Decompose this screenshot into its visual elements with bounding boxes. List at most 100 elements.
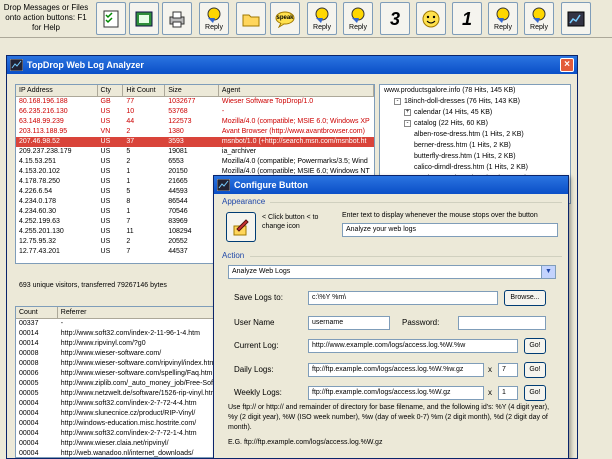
column-header[interactable]: Agent: [219, 85, 374, 96]
current-log-input[interactable]: http://www.example.com/logs/access.log.%…: [308, 339, 518, 353]
table-cell: 00008: [19, 350, 39, 357]
tree-node[interactable]: + calendar (14 Hits, 45 KB): [380, 107, 570, 118]
table-row[interactable]: 209.237.238.179 US 5 19081 ia_archiver: [16, 147, 374, 157]
table-cell: 86544: [168, 198, 188, 205]
icon-picker-button[interactable]: [226, 212, 256, 242]
tree-node[interactable]: butterfly-dress.htm (1 Hits, 2 KB): [380, 151, 570, 162]
toolbar-button-spreadsheet[interactable]: [129, 2, 159, 35]
table-cell: 00006: [19, 370, 39, 377]
toolbar-button-three[interactable]: 3: [380, 2, 410, 35]
tree-node[interactable]: - catalog (22 Hits, 60 KB): [380, 118, 570, 129]
column-header[interactable]: Size: [165, 85, 219, 96]
expand-icon[interactable]: +: [404, 108, 411, 116]
analyzer-title-bar[interactable]: TopDrop Web Log Analyzer ×: [7, 56, 577, 74]
toolbar-button-folder[interactable]: [236, 2, 266, 35]
action-dropdown[interactable]: Analyze Web Logs ▼: [228, 265, 556, 279]
table-cell: 4.178.78.250: [19, 178, 60, 185]
table-cell: US: [100, 238, 111, 245]
toolbar-button-one[interactable]: 1: [452, 2, 482, 35]
table-row[interactable]: 203.113.188.95 VN 2 1380 Avant Browser (http…: [16, 127, 374, 137]
current-log-go-button[interactable]: Go!: [524, 338, 546, 354]
table-row[interactable]: 4.15.53.251 US 2 6553 Mozilla/4.0 (compatibl…: [16, 157, 374, 167]
username-input[interactable]: username: [308, 316, 390, 330]
weekly-logs-go-button[interactable]: Go!: [524, 385, 546, 401]
close-icon: ×: [564, 59, 570, 70]
tree-node-label: 18inch-doll-dresses (76 Hits, 143 KB): [404, 98, 520, 105]
weekly-times-label: x: [488, 388, 492, 397]
table-cell: US: [100, 198, 111, 205]
collapse-icon[interactable]: -: [404, 119, 411, 127]
column-header[interactable]: Hit Count: [123, 85, 166, 96]
tooltip-input[interactable]: Analyze your web logs: [342, 223, 558, 237]
tree-node[interactable]: -18inch-doll-dresses (76 Hits, 143 KB): [380, 96, 570, 107]
table-row[interactable]: 207.46.98.52 US 37 3593 msnbot/1.0 (+http://…: [16, 137, 374, 147]
weekly-count-input[interactable]: 1: [498, 386, 518, 400]
toolbar-button-reply-3[interactable]: Reply: [343, 2, 373, 35]
config-title-bar[interactable]: Configure Button: [214, 176, 568, 194]
table-cell: 4.234.0.178: [19, 198, 56, 205]
log-analyzer-icon: [567, 11, 585, 26]
daily-logs-go-button[interactable]: Go!: [524, 362, 546, 378]
table-row[interactable]: 66.235.216.130 US 10 53768 -: [16, 107, 374, 117]
save-logs-input[interactable]: c:\%Y %m\: [308, 291, 498, 305]
column-header[interactable]: Cty: [98, 85, 124, 96]
table-cell: 19081: [168, 148, 188, 155]
checklist-icon: [103, 10, 119, 27]
analyzer-close-button[interactable]: ×: [560, 58, 574, 72]
table-cell: US: [100, 168, 111, 175]
reply-icon: [315, 7, 329, 23]
tree-node-label: butterfly-dress.htm (1 Hits, 2 KB): [414, 153, 516, 160]
table-cell: Mozilla/4.0 (compatible; Powermarks/3.5;…: [221, 158, 368, 165]
tree-node-label: calendar (14 Hits, 45 KB): [414, 109, 493, 116]
weekly-logs-input[interactable]: ftp://ftp.example.com/logs/access.log.%W…: [308, 386, 484, 400]
column-header[interactable]: Count: [16, 307, 58, 318]
table-cell: 00004: [19, 440, 39, 447]
current-log-label: Current Log:: [234, 341, 279, 350]
toolbar-button-smiley[interactable]: [416, 2, 446, 35]
column-header[interactable]: IP Address: [16, 85, 98, 96]
table-cell: 209.237.238.179: [19, 148, 72, 155]
daily-logs-input[interactable]: ftp://ftp.example.com/logs/access.log.%W…: [308, 363, 484, 377]
table-cell: 4.15.53.251: [19, 158, 56, 165]
table-row[interactable]: 63.148.99.239 US 44 122573 Mozilla/4.0 (comp…: [16, 117, 374, 127]
browse-button[interactable]: Browse...: [504, 290, 546, 306]
table-cell: 44593: [168, 188, 188, 195]
table-cell: -: [221, 108, 225, 115]
tree-node[interactable]: www.productsgalore.info (78 Hits, 145 KB…: [380, 85, 570, 96]
tree-node-label: www.productsgalore.info (78 Hits, 145 KB…: [384, 87, 516, 94]
table-cell: 44537: [168, 248, 188, 255]
toolbar-button-reply-5[interactable]: Reply: [524, 2, 554, 35]
table-cell: US: [100, 148, 111, 155]
chevron-down-icon[interactable]: ▼: [541, 266, 555, 278]
table-cell: US: [100, 208, 111, 215]
table-cell: 21665: [168, 178, 188, 185]
password-label: Password:: [402, 318, 440, 327]
smiley-icon: [422, 10, 440, 27]
table-cell: 5: [126, 148, 131, 155]
tree-node-label: calico-dirndl-dress.htm (1 Hits, 2 KB): [414, 164, 528, 171]
table-cell: msnbot/1.0 (+http://search.msn.com/msnbo…: [221, 138, 367, 145]
toolbar-button-checklist[interactable]: [96, 2, 126, 35]
toolbar-button-reply-1[interactable]: Reply: [199, 2, 229, 35]
daily-count-input[interactable]: 7: [498, 363, 518, 377]
table-cell: 122573: [168, 118, 192, 125]
password-input[interactable]: [458, 316, 546, 330]
table-cell: 1380: [168, 128, 184, 135]
toolbar-button-reply-2[interactable]: Reply: [307, 2, 337, 35]
table-cell: 10: [126, 108, 135, 115]
reply-icon: [351, 7, 365, 23]
table-cell: 00004: [19, 400, 39, 407]
toolbar-button-printer[interactable]: [162, 2, 192, 35]
toolbar-button-reply-4[interactable]: Reply: [488, 2, 518, 35]
table-row[interactable]: 80.168.196.188 GB 77 1032677 Wieser Software…: [16, 97, 374, 107]
table-cell: 00005: [19, 390, 39, 397]
table-cell: 1032677: [168, 98, 196, 105]
tree-node[interactable]: berner-dress.htm (1 Hits, 2 KB): [380, 140, 570, 151]
username-label: User Name: [234, 318, 275, 327]
toolbar-button-analyzer[interactable]: [561, 2, 591, 35]
drop-hint-text: Drop Messages or Files onto action butto…: [3, 3, 89, 32]
tree-node[interactable]: calico-dirndl-dress.htm (1 Hits, 2 KB): [380, 162, 570, 173]
tree-node[interactable]: alben-rose-dress.htm (1 Hits, 2 KB): [380, 129, 570, 140]
collapse-icon[interactable]: -: [394, 97, 401, 105]
toolbar-button-speak[interactable]: speak: [270, 2, 300, 35]
